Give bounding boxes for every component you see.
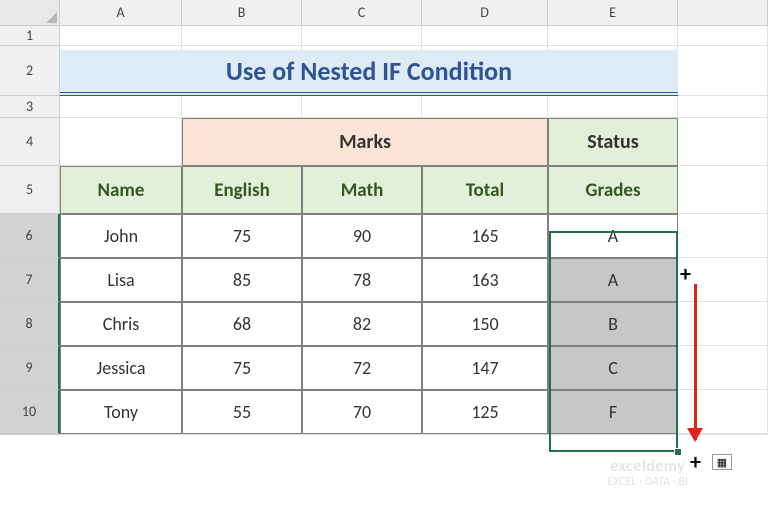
cell-grade[interactable]: A bbox=[548, 214, 678, 258]
row-header-3[interactable]: 3 bbox=[0, 96, 60, 118]
cell[interactable] bbox=[60, 434, 182, 435]
cell[interactable] bbox=[182, 96, 302, 118]
cell-total: 150 bbox=[422, 302, 548, 346]
column-header-B[interactable]: B bbox=[182, 0, 302, 26]
cell-english: 75 bbox=[182, 214, 302, 258]
column-header-blank bbox=[678, 0, 768, 26]
cell[interactable] bbox=[678, 258, 768, 302]
cell[interactable] bbox=[60, 96, 182, 118]
column-header-A[interactable]: A bbox=[60, 0, 182, 26]
cell[interactable] bbox=[678, 46, 768, 96]
cell[interactable] bbox=[678, 26, 768, 46]
cell[interactable] bbox=[678, 214, 768, 258]
cell-grade[interactable]: B bbox=[548, 302, 678, 346]
cell-math: 72 bbox=[302, 346, 422, 390]
cell-math: 90 bbox=[302, 214, 422, 258]
cell[interactable] bbox=[422, 26, 548, 46]
cell[interactable] bbox=[548, 434, 678, 435]
row-header-9[interactable]: 9 bbox=[0, 346, 60, 390]
row-header-4[interactable]: 4 bbox=[0, 118, 60, 166]
cell-name: Jessica bbox=[60, 346, 182, 390]
cell-grade[interactable]: C bbox=[548, 346, 678, 390]
cell[interactable] bbox=[302, 26, 422, 46]
cell[interactable] bbox=[302, 434, 422, 435]
drag-cursor-end: + bbox=[690, 448, 701, 475]
row-header-1[interactable]: 1 bbox=[0, 26, 60, 46]
page-title: Use of Nested IF Condition bbox=[60, 50, 678, 96]
header-grades: Grades bbox=[548, 166, 678, 214]
cell[interactable] bbox=[678, 302, 768, 346]
cell[interactable] bbox=[422, 434, 548, 435]
cell-grade[interactable]: A bbox=[548, 258, 678, 302]
header-total: Total bbox=[422, 166, 548, 214]
column-header-C[interactable]: C bbox=[302, 0, 422, 26]
cell[interactable] bbox=[60, 118, 182, 166]
cell-grade[interactable]: F bbox=[548, 390, 678, 434]
row-header-10[interactable]: 10 bbox=[0, 390, 60, 434]
cell-total: 163 bbox=[422, 258, 548, 302]
cell[interactable] bbox=[182, 26, 302, 46]
header-english: English bbox=[182, 166, 302, 214]
watermark: exceldemy EXCEL · DATA · BI bbox=[607, 458, 688, 489]
header-marks: Marks bbox=[182, 118, 548, 166]
cell[interactable] bbox=[548, 26, 678, 46]
select-all-triangle[interactable] bbox=[0, 0, 60, 26]
column-header-D[interactable]: D bbox=[422, 0, 548, 26]
cell[interactable] bbox=[678, 346, 768, 390]
cell[interactable] bbox=[422, 96, 548, 118]
cell-math: 82 bbox=[302, 302, 422, 346]
drag-cursor-start: + bbox=[680, 260, 691, 287]
autofill-options-button[interactable]: ▦ bbox=[712, 454, 732, 470]
cell[interactable] bbox=[678, 96, 768, 118]
cell-name: Lisa bbox=[60, 258, 182, 302]
row-header-blank bbox=[0, 434, 60, 435]
cell[interactable] bbox=[548, 96, 678, 118]
cell-name: Tony bbox=[60, 390, 182, 434]
cell-math: 70 bbox=[302, 390, 422, 434]
row-header-5[interactable]: 5 bbox=[0, 166, 60, 214]
cell-name: John bbox=[60, 214, 182, 258]
header-status: Status bbox=[548, 118, 678, 166]
fill-handle[interactable] bbox=[674, 448, 682, 456]
cell[interactable] bbox=[182, 434, 302, 435]
cell[interactable] bbox=[302, 96, 422, 118]
cell-total: 125 bbox=[422, 390, 548, 434]
cell-total: 165 bbox=[422, 214, 548, 258]
drag-arrow bbox=[694, 284, 697, 440]
cell-name: Chris bbox=[60, 302, 182, 346]
header-math: Math bbox=[302, 166, 422, 214]
cell[interactable] bbox=[60, 26, 182, 46]
cell-english: 75 bbox=[182, 346, 302, 390]
cell[interactable] bbox=[678, 118, 768, 166]
watermark-tagline: EXCEL · DATA · BI bbox=[607, 475, 688, 489]
row-header-8[interactable]: 8 bbox=[0, 302, 60, 346]
row-header-6[interactable]: 6 bbox=[0, 214, 60, 258]
cell-english: 68 bbox=[182, 302, 302, 346]
cell-english: 55 bbox=[182, 390, 302, 434]
row-header-2[interactable]: 2 bbox=[0, 46, 60, 96]
row-header-7[interactable]: 7 bbox=[0, 258, 60, 302]
column-header-E[interactable]: E bbox=[548, 0, 678, 26]
watermark-brand: exceldemy bbox=[610, 457, 685, 476]
cell-english: 85 bbox=[182, 258, 302, 302]
cell-total: 147 bbox=[422, 346, 548, 390]
cell[interactable] bbox=[678, 166, 768, 214]
header-name: Name bbox=[60, 166, 182, 214]
cell-math: 78 bbox=[302, 258, 422, 302]
